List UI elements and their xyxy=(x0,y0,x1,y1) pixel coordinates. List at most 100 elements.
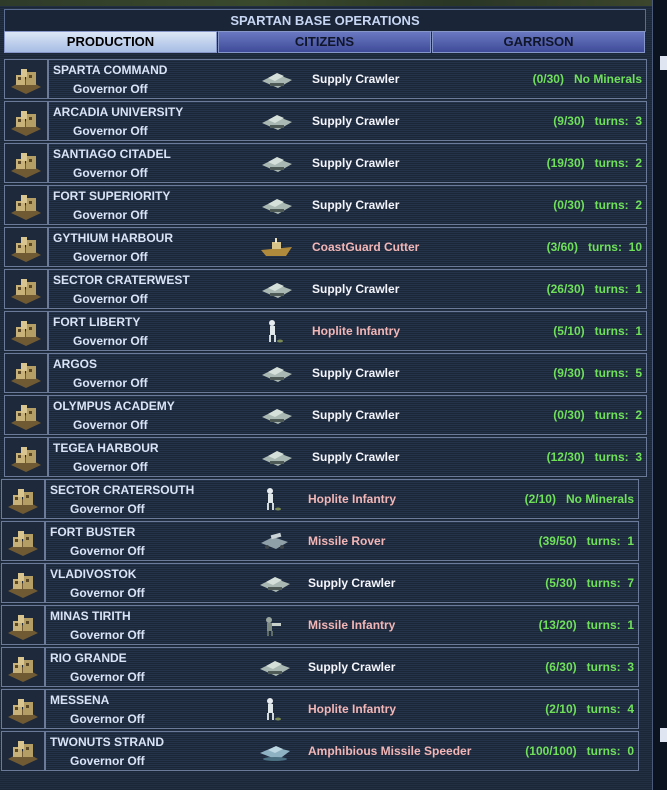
base-icon[interactable] xyxy=(1,521,45,561)
base-info[interactable]: SECTOR CRATERWEST Governor Off Supply Craw… xyxy=(48,269,647,309)
production-eta: turns: 5 xyxy=(594,366,642,380)
base-info[interactable]: TEGEA HARBOUR Governor Off Supply Crawler (… xyxy=(48,437,647,477)
production-status: (2/10) No Minerals xyxy=(525,492,634,506)
base-row[interactable]: FORT LIBERTY Governor Off Hoplite Infantry… xyxy=(4,311,647,351)
base-icon[interactable] xyxy=(4,101,48,141)
production-status: (0/30) turns: 2 xyxy=(553,198,642,212)
governor-status: Governor Off xyxy=(73,82,148,96)
base-icon[interactable] xyxy=(4,353,48,393)
production-progress: (9/30) xyxy=(553,366,585,380)
missile-infantry-icon xyxy=(258,612,292,643)
base-row[interactable]: ARGOS Governor Off Supply Crawler (9/30) tur… xyxy=(4,353,647,393)
supply-crawler-icon xyxy=(258,570,292,601)
base-icon[interactable] xyxy=(1,731,45,771)
base-row[interactable]: VLADIVOSTOK Governor Off Supply Crawler (5/… xyxy=(1,563,639,603)
base-row[interactable]: TWONUTS STRAND Governor Off Amphibious Mis… xyxy=(1,731,639,771)
unit-name: Supply Crawler xyxy=(308,660,396,674)
supply-crawler-icon xyxy=(260,150,294,181)
base-name: TWONUTS STRAND xyxy=(50,735,164,749)
governor-status: Governor Off xyxy=(73,460,148,474)
base-row[interactable]: SANTIAGO CITADEL Governor Off Supply Crawl… xyxy=(4,143,647,183)
scroll-thumb-upper[interactable] xyxy=(660,56,667,70)
base-icon[interactable] xyxy=(4,143,48,183)
base-info[interactable]: FORT LIBERTY Governor Off Hoplite Infantry… xyxy=(48,311,647,351)
scrollbar[interactable] xyxy=(658,40,667,790)
base-name: ARGOS xyxy=(53,357,98,371)
base-icon[interactable] xyxy=(4,311,48,351)
base-icon[interactable] xyxy=(1,605,45,645)
base-info[interactable]: VLADIVOSTOK Governor Off Supply Crawler (5/… xyxy=(45,563,639,603)
base-row[interactable]: SPARTA COMMAND Governor Off Supply Crawler… xyxy=(4,59,647,99)
base-icon[interactable] xyxy=(4,395,48,435)
coastguard-cutter-icon xyxy=(260,234,294,265)
base-info[interactable]: MINAS TIRITH Governor Off Missile Infantry… xyxy=(45,605,639,645)
production-progress: (9/30) xyxy=(553,114,585,128)
base-info[interactable]: ARCADIA UNIVERSITY Governor Off Supply Cra… xyxy=(48,101,647,141)
base-row[interactable]: OLYMPUS ACADEMY Governor Off Supply Crawle… xyxy=(4,395,647,435)
base-icon[interactable] xyxy=(1,563,45,603)
supply-crawler-icon xyxy=(260,192,294,223)
base-icon[interactable] xyxy=(4,59,48,99)
unit-name: CoastGuard Cutter xyxy=(312,240,420,254)
production-progress: (5/10) xyxy=(553,324,585,338)
unit-name: Missile Rover xyxy=(308,534,386,548)
production-status: (0/30) No Minerals xyxy=(533,72,642,86)
base-row[interactable]: MINAS TIRITH Governor Off Missile Infantry… xyxy=(1,605,639,645)
scroll-thumb-lower[interactable] xyxy=(660,728,667,742)
governor-status: Governor Off xyxy=(73,334,148,348)
tab-citizens[interactable]: CITIZENS xyxy=(218,31,431,53)
base-icon[interactable] xyxy=(4,269,48,309)
base-operations-panel: SPARTAN BASE OPERATIONS PRODUCTION CITIZ… xyxy=(0,0,653,790)
base-info[interactable]: ARGOS Governor Off Supply Crawler (9/30) tur… xyxy=(48,353,647,393)
base-row[interactable]: FORT SUPERIORITY Governor Off Supply Crawl… xyxy=(4,185,647,225)
base-row[interactable]: MESSENA Governor Off Hoplite Infantry (2/10… xyxy=(1,689,639,729)
base-icon[interactable] xyxy=(4,437,48,477)
production-progress: (12/30) xyxy=(546,450,585,464)
base-info[interactable]: FORT BUSTER Governor Off Missile Rover (39/… xyxy=(45,521,639,561)
production-eta: turns: 0 xyxy=(586,744,634,758)
base-row[interactable]: FORT BUSTER Governor Off Missile Rover (39/… xyxy=(1,521,639,561)
base-info[interactable]: SECTOR CRATERSOUTH Governor Off Hoplite In… xyxy=(45,479,639,519)
base-info[interactable]: OLYMPUS ACADEMY Governor Off Supply Crawle… xyxy=(48,395,647,435)
base-icon[interactable] xyxy=(1,647,45,687)
base-info[interactable]: SPARTA COMMAND Governor Off Supply Crawler… xyxy=(48,59,647,99)
production-eta: turns: 2 xyxy=(594,156,642,170)
base-row[interactable]: GYTHIUM HARBOUR Governor Off CoastGuard Cu… xyxy=(4,227,647,267)
hoplite-infantry-icon xyxy=(258,696,292,727)
governor-status: Governor Off xyxy=(70,754,145,768)
governor-status: Governor Off xyxy=(70,670,145,684)
production-progress: (26/30) xyxy=(546,282,585,296)
base-row[interactable]: SECTOR CRATERWEST Governor Off Supply Craw… xyxy=(4,269,647,309)
governor-status: Governor Off xyxy=(70,502,145,516)
production-eta: turns: 3 xyxy=(586,660,634,674)
base-icon[interactable] xyxy=(4,185,48,225)
production-progress: (13/20) xyxy=(538,618,577,632)
base-icon[interactable] xyxy=(1,689,45,729)
base-info[interactable]: FORT SUPERIORITY Governor Off Supply Crawl… xyxy=(48,185,647,225)
unit-name: Supply Crawler xyxy=(312,366,400,380)
production-status: (3/60) turns: 10 xyxy=(547,240,642,254)
base-info[interactable]: SANTIAGO CITADEL Governor Off Supply Crawl… xyxy=(48,143,647,183)
base-icon[interactable] xyxy=(4,227,48,267)
base-row[interactable]: RIO GRANDE Governor Off Supply Crawler (6/3… xyxy=(1,647,639,687)
supply-crawler-icon xyxy=(260,444,294,475)
unit-name: Supply Crawler xyxy=(312,72,400,86)
base-row[interactable]: TEGEA HARBOUR Governor Off Supply Crawler (… xyxy=(4,437,647,477)
base-info[interactable]: GYTHIUM HARBOUR Governor Off CoastGuard Cu… xyxy=(48,227,647,267)
base-icon[interactable] xyxy=(1,479,45,519)
unit-name: Supply Crawler xyxy=(308,576,396,590)
base-info[interactable]: MESSENA Governor Off Hoplite Infantry (2/10… xyxy=(45,689,639,729)
base-row[interactable]: ARCADIA UNIVERSITY Governor Off Supply Cra… xyxy=(4,101,647,141)
tab-bar: PRODUCTION CITIZENS GARRISON xyxy=(4,31,646,53)
tab-production[interactable]: PRODUCTION xyxy=(4,31,217,53)
governor-status: Governor Off xyxy=(70,586,145,600)
tab-garrison[interactable]: GARRISON xyxy=(432,31,645,53)
governor-status: Governor Off xyxy=(73,166,148,180)
base-info[interactable]: RIO GRANDE Governor Off Supply Crawler (6/3… xyxy=(45,647,639,687)
production-progress: (5/30) xyxy=(545,576,577,590)
base-row[interactable]: SECTOR CRATERSOUTH Governor Off Hoplite In… xyxy=(1,479,639,519)
base-info[interactable]: TWONUTS STRAND Governor Off Amphibious Mis… xyxy=(45,731,639,771)
unit-name: Hoplite Infantry xyxy=(308,492,397,506)
production-eta: No Minerals xyxy=(565,492,634,506)
production-progress: (39/50) xyxy=(538,534,577,548)
